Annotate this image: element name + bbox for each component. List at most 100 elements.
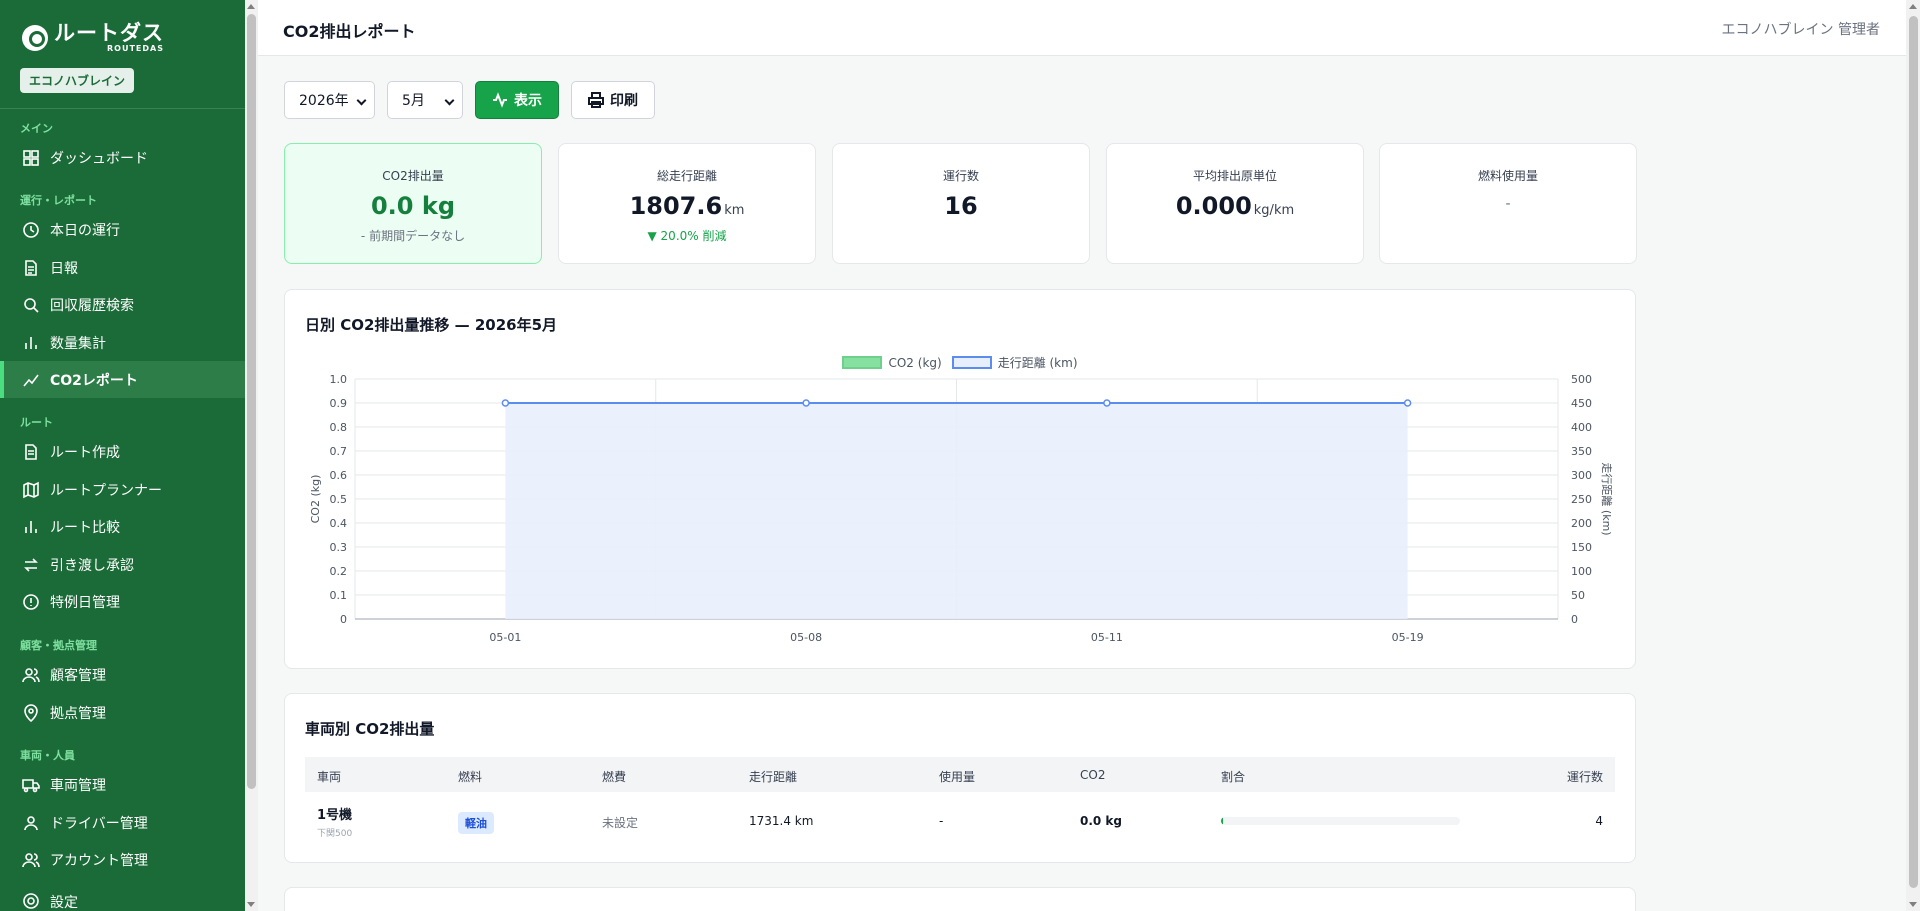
y2-tick-label: 200 (1571, 517, 1592, 530)
scroll-up-arrow-icon[interactable] (247, 4, 255, 9)
sidebar-item-special-days[interactable]: 特例日管理 (0, 583, 245, 620)
vehicle-name: 1号機 (317, 808, 353, 823)
scroll-thumb[interactable] (1909, 16, 1918, 888)
sidebar-item-customers[interactable]: 顧客管理 (0, 656, 245, 693)
y-tick-label: 0.6 (330, 469, 348, 482)
sidebar-item-dashboard[interactable]: ダッシュボード (0, 139, 245, 176)
sidebar-item-label: 顧客管理 (50, 667, 106, 684)
table-header: 車両 燃料 燃費 走行距離 使用量 CO2 割合 運行数 (305, 757, 1615, 792)
fuel-efficiency: 未設定 (602, 816, 639, 830)
scroll-thumb[interactable] (247, 14, 256, 789)
kpi-label: CO2排出量 (382, 169, 444, 183)
sidebar-item-co2-report[interactable]: CO2レポート (0, 361, 245, 398)
kpi-co2: CO2排出量 0.0 kg - 前期間データなし (284, 143, 542, 264)
print-button[interactable]: 印刷 (571, 81, 655, 119)
sidebar-item-handover[interactable]: 引き渡し承認 (0, 546, 245, 583)
kpi-label: 運行数 (942, 169, 979, 183)
bar-chart-icon (22, 334, 40, 352)
nav-section-operations: 運行・レポート (20, 194, 97, 207)
kpi-value: - (1505, 196, 1511, 212)
kpi-label: 平均排出原単位 (1192, 169, 1277, 183)
column-header[interactable]: 使用量 (939, 768, 975, 785)
bar-chart-icon (22, 518, 40, 536)
kpi-unit: km (724, 203, 745, 218)
settings-icon (22, 892, 40, 910)
sidebar-item-daily-report[interactable]: 日報 (0, 249, 245, 286)
y2-tick-label: 350 (1571, 445, 1592, 458)
month-select[interactable]: 5月 (387, 81, 463, 119)
kpi-unit: kg/km (1253, 203, 1295, 218)
truck-icon (22, 776, 40, 794)
show-button[interactable]: 表示 (475, 81, 559, 119)
chevron-down-icon (356, 95, 367, 106)
page-scrollbar[interactable] (1906, 0, 1920, 911)
year-select-value: 2026年 (299, 93, 349, 109)
sidebar-scrollbar[interactable] (245, 0, 258, 911)
column-header[interactable]: 割合 (1221, 768, 1245, 785)
y2-tick-label: 500 (1571, 373, 1592, 386)
user-name[interactable]: エコノハブレイン 管理者 (1722, 19, 1880, 39)
column-header[interactable]: 燃料 (458, 768, 482, 785)
y2-tick-label: 50 (1571, 589, 1585, 602)
document-icon (22, 259, 40, 277)
sidebar-item-accounts[interactable]: アカウント管理 (0, 841, 245, 878)
y-tick-label: 0 (340, 613, 347, 626)
sidebar-item-label: 車両管理 (50, 777, 106, 794)
fuel-usage: - (939, 814, 944, 828)
kpi-emission-intensity: 平均排出原単位 0.000 kg/km (1106, 143, 1364, 264)
column-header[interactable]: 燃費 (602, 768, 626, 785)
page-header: CO2排出レポート エコノハブレイン 管理者 (258, 0, 1906, 56)
scroll-down-arrow-icon[interactable] (1909, 902, 1917, 907)
sidebar-item-label: ドライバー管理 (50, 815, 148, 832)
sidebar-item-vehicles[interactable]: 車両管理 (0, 766, 245, 803)
distance-area (505, 403, 1408, 619)
y2-tick-label: 300 (1571, 469, 1592, 482)
show-button-label: 表示 (514, 93, 542, 109)
sidebar-item-label: 特例日管理 (50, 594, 120, 611)
activity-icon (493, 92, 507, 108)
vehicle-plate: 下関500 (317, 829, 353, 839)
scroll-down-arrow-icon[interactable] (247, 902, 255, 907)
sidebar-item-quantity[interactable]: 数量集計 (0, 324, 245, 361)
distance: 1731.4 km (749, 814, 814, 828)
kpi-number: 1807.6 (629, 192, 723, 220)
sidebar-item-route-create[interactable]: ルート作成 (0, 433, 245, 470)
x-tick-label: 05-08 (790, 631, 822, 644)
sidebar-item-collection-search[interactable]: 回収履歴検索 (0, 286, 245, 323)
sidebar-item-route-planner[interactable]: ルートプランナー (0, 471, 245, 508)
scroll-up-arrow-icon[interactable] (1909, 4, 1917, 9)
kpi-trips: 運行数 16 (832, 143, 1090, 264)
app-logo[interactable]: ルートダス ROUTEDAS (22, 22, 164, 54)
month-select-value: 5月 (402, 93, 425, 109)
sidebar-item-today[interactable]: 本日の運行 (0, 211, 245, 248)
nav-section-route: ルート (20, 416, 53, 429)
next-panel (284, 887, 1636, 911)
y2-tick-label: 150 (1571, 541, 1592, 554)
y-tick-label: 0.4 (330, 517, 348, 530)
sidebar-item-settings[interactable]: 設定 (0, 892, 245, 911)
kpi-number: 0.000 (1175, 192, 1252, 220)
document-icon (22, 443, 40, 461)
table-row[interactable]: 1号機 下関500 軽油 未設定 1731.4 km - 0.0 kg 4 (305, 792, 1615, 852)
sidebar-item-drivers[interactable]: ドライバー管理 (0, 804, 245, 841)
sidebar-item-route-compare[interactable]: ルート比較 (0, 508, 245, 545)
column-header[interactable]: 走行距離 (749, 768, 797, 785)
sidebar: ルートダス ROUTEDAS エコノハブレイン メイン ダッシュボード 運行・レ… (0, 0, 245, 911)
y-tick-label: 0.7 (330, 445, 348, 458)
sidebar-item-label: 本日の運行 (50, 222, 120, 239)
year-select[interactable]: 2026年 (284, 81, 375, 119)
column-header[interactable]: CO2 (1080, 768, 1105, 782)
logo-search-icon (22, 25, 48, 51)
sidebar-item-label: 数量集計 (50, 335, 106, 352)
distance-point (1403, 399, 1412, 407)
sidebar-item-label: ルートプランナー (50, 482, 162, 499)
alert-circle-icon (22, 593, 40, 611)
logo-subtitle: ROUTEDAS (107, 44, 164, 53)
y-tick-label: 0.5 (330, 493, 348, 506)
print-button-label: 印刷 (610, 93, 638, 109)
column-header[interactable]: 運行数 (1567, 768, 1603, 785)
distance-point (1103, 399, 1111, 407)
column-header[interactable]: 車両 (317, 768, 341, 785)
sidebar-item-label: ルート比較 (50, 519, 120, 536)
sidebar-item-bases[interactable]: 拠点管理 (0, 694, 245, 731)
